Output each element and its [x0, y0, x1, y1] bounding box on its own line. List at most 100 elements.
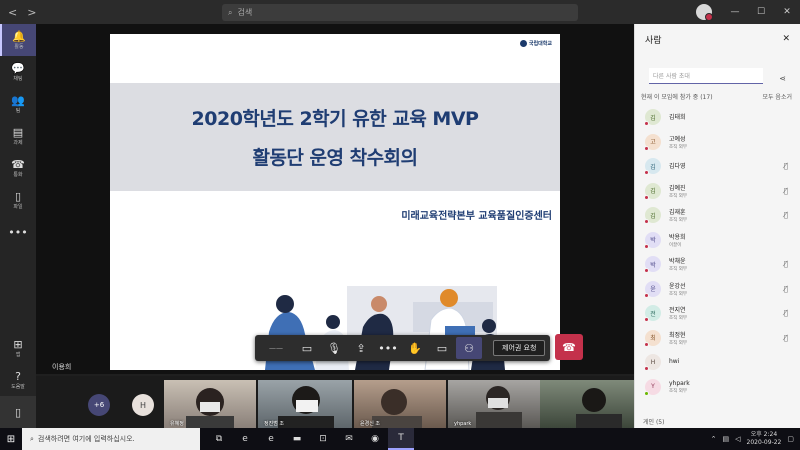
video-tile[interactable]: 정진범 조 — [258, 380, 352, 428]
rail-item-teams[interactable]: 👥 팀 — [0, 88, 36, 120]
participant-item[interactable]: 윤 윤강선 조직 외부 🎙̸ — [635, 277, 800, 302]
network-icon[interactable]: ▤ — [722, 435, 729, 443]
video-tile[interactable]: 윤경신 조 — [354, 380, 446, 428]
hangup-button[interactable]: ☎ — [555, 334, 583, 360]
rail-item-device[interactable]: ▯ — [0, 396, 36, 428]
task-view-icon[interactable]: ⧉ — [206, 428, 232, 450]
participant-item[interactable]: 고 고예성 조직 외부 — [635, 130, 800, 155]
minimize-button[interactable]: — — [722, 7, 748, 17]
store-icon[interactable]: ⊡ — [310, 428, 336, 450]
video-tile[interactable]: yhpark — [448, 380, 540, 428]
taskbar: ⊞ ⌕ 검색하려면 여기에 입력하십시오. ⧉ e e ▬ ⊡ ✉ ◉ T ⌃ ▤ ◁ 오후 … — [0, 428, 800, 450]
maximize-button[interactable]: ☐ — [748, 7, 774, 17]
calls-icon: ☎ — [11, 157, 25, 171]
share-screen-icon: ⇪ — [356, 341, 366, 355]
more-options-icon: ••• — [378, 341, 398, 355]
avatar: H — [644, 354, 661, 372]
back-arrow-icon[interactable]: < — [8, 6, 17, 19]
participant-role: 조직 외부 — [669, 316, 687, 322]
share-screen-button[interactable]: ⇪ — [348, 337, 374, 359]
start-button[interactable]: ⊞ — [0, 428, 22, 450]
forward-arrow-icon[interactable]: > — [27, 6, 36, 19]
rail-item-chat[interactable]: 💬 채팅 — [0, 56, 36, 88]
participant-item[interactable]: Hhwi — [635, 350, 800, 375]
more-options-button[interactable]: ••• — [375, 337, 401, 359]
status-dot — [644, 194, 649, 200]
status-dot — [644, 170, 649, 176]
notifications-icon[interactable]: ▢ — [787, 435, 794, 443]
participant-role: 조직 외부 — [669, 340, 687, 346]
participant-item[interactable]: 박 박채윤 조직 외부 🎙̸ — [635, 252, 800, 277]
avatar-initial: H — [650, 358, 656, 366]
more-participants-button[interactable]: +6 — [88, 394, 110, 416]
participant-item[interactable]: 박 박용희 이끌이 — [635, 228, 800, 253]
participant-role: 이끌이 — [669, 242, 682, 248]
participant-item[interactable]: Yyhpark 조직 외부 — [635, 375, 800, 400]
mute-all-button[interactable]: 모두 음소거 — [762, 92, 792, 101]
status-dot — [644, 121, 649, 127]
participant-name: 고예성 — [669, 135, 686, 143]
participant-role: 조직 외부 — [669, 388, 687, 394]
teams-taskbar-icon[interactable]: T — [388, 428, 414, 450]
edge-icon[interactable]: e — [232, 428, 258, 450]
avatar-initial: Y — [651, 383, 655, 391]
rail-item-assignments[interactable]: ▤ 과제 — [0, 120, 36, 152]
participant-name: 윤강선 — [669, 282, 686, 290]
avatar: 최 — [644, 329, 661, 347]
clock-time: 오후 2:24 — [750, 431, 778, 438]
camera-button[interactable]: ▭ — [294, 337, 320, 359]
participant-name: hwi — [669, 358, 680, 366]
video-tile[interactable]: 유혜정 — [164, 380, 256, 428]
video-tile[interactable] — [540, 380, 634, 428]
clock[interactable]: 오후 2:24 2020-09-22 — [747, 431, 782, 447]
rail-item-activity[interactable]: 🔔 활동 — [0, 24, 36, 56]
avatar[interactable] — [696, 4, 713, 21]
chrome-icon[interactable]: ◉ — [362, 428, 388, 450]
guest-section-header[interactable]: 게인 (5) — [643, 417, 664, 426]
slide-title-line2: 활동단 운영 착수회의 — [252, 147, 418, 169]
tray-chevron-icon[interactable]: ⌃ — [711, 435, 717, 443]
participant-name: 전지연 — [669, 307, 686, 315]
request-control-button[interactable]: 제어권 요청 — [493, 340, 546, 356]
close-window-button[interactable]: ✕ — [774, 7, 800, 17]
close-panel-button[interactable]: ✕ — [782, 34, 790, 44]
mail-icon[interactable]: ✉ — [336, 428, 362, 450]
participant-name: 김태희 — [669, 114, 686, 122]
participant-item[interactable]: 김 김다영 🎙̸ — [635, 154, 800, 179]
avatar: Y — [644, 378, 661, 396]
rail-label: 채팅 — [13, 75, 23, 82]
status-dot — [644, 145, 649, 151]
participant-item[interactable]: 김 김예진 조직 외부 🎙̸ — [635, 179, 800, 204]
section-label[interactable]: 현재 이 모임에 참가 중 (17) — [641, 92, 713, 101]
rail-item-files[interactable]: ▯ 파일 — [0, 184, 36, 216]
rail-item-help[interactable]: ? 도움말 — [0, 364, 36, 396]
avatar-initial: 김 — [650, 163, 656, 171]
share-invite-icon[interactable]: ⋖ — [779, 74, 786, 83]
participant-role: 조직 외부 — [669, 267, 687, 273]
rail-item-apps[interactable]: ⊞ 앱 — [0, 332, 36, 364]
ie-icon[interactable]: e — [258, 428, 284, 450]
chat-panel-button[interactable]: ▭ — [429, 337, 455, 359]
participants-button[interactable]: ⚇ — [456, 337, 482, 359]
avatar[interactable]: H — [132, 394, 154, 416]
participant-item[interactable]: 최 최정현 조직 외부 🎙̸ — [635, 326, 800, 351]
slide-title-band: 2020학년도 2학기 유한 교육 MVP 활동단 운영 착수회의 — [110, 83, 560, 191]
volume-icon[interactable]: ◁ — [735, 435, 740, 443]
taskbar-search-input[interactable]: ⌕ 검색하려면 여기에 입력하십시오. — [22, 428, 200, 450]
mic-off-icon: 🎙̸ — [783, 162, 788, 170]
rail-item-more[interactable]: ••• — [0, 216, 36, 248]
participant-item[interactable]: 김 김재훈 조직 외부 🎙̸ — [635, 203, 800, 228]
participant-item[interactable]: 전 전지연 조직 외부 🎙̸ — [635, 301, 800, 326]
rail-item-calls[interactable]: ☎ 통화 — [0, 152, 36, 184]
mic-button[interactable]: 🎙 — [321, 337, 347, 359]
participant-name: 박용희 — [669, 233, 686, 241]
search-input[interactable]: ⌕ 검색 — [222, 4, 578, 21]
participant-item[interactable]: 김 김태희 — [635, 105, 800, 130]
status-dot — [644, 219, 649, 225]
invite-input[interactable]: 다른 사람 초대 — [649, 68, 763, 84]
avatar: 박 — [644, 231, 661, 249]
explorer-icon[interactable]: ▬ — [284, 428, 310, 450]
windows-icon: ⊞ — [6, 433, 16, 445]
slide-title-line1: 2020학년도 2학기 유한 교육 MVP — [191, 108, 479, 130]
raise-hand-button[interactable]: ✋ — [402, 337, 428, 359]
